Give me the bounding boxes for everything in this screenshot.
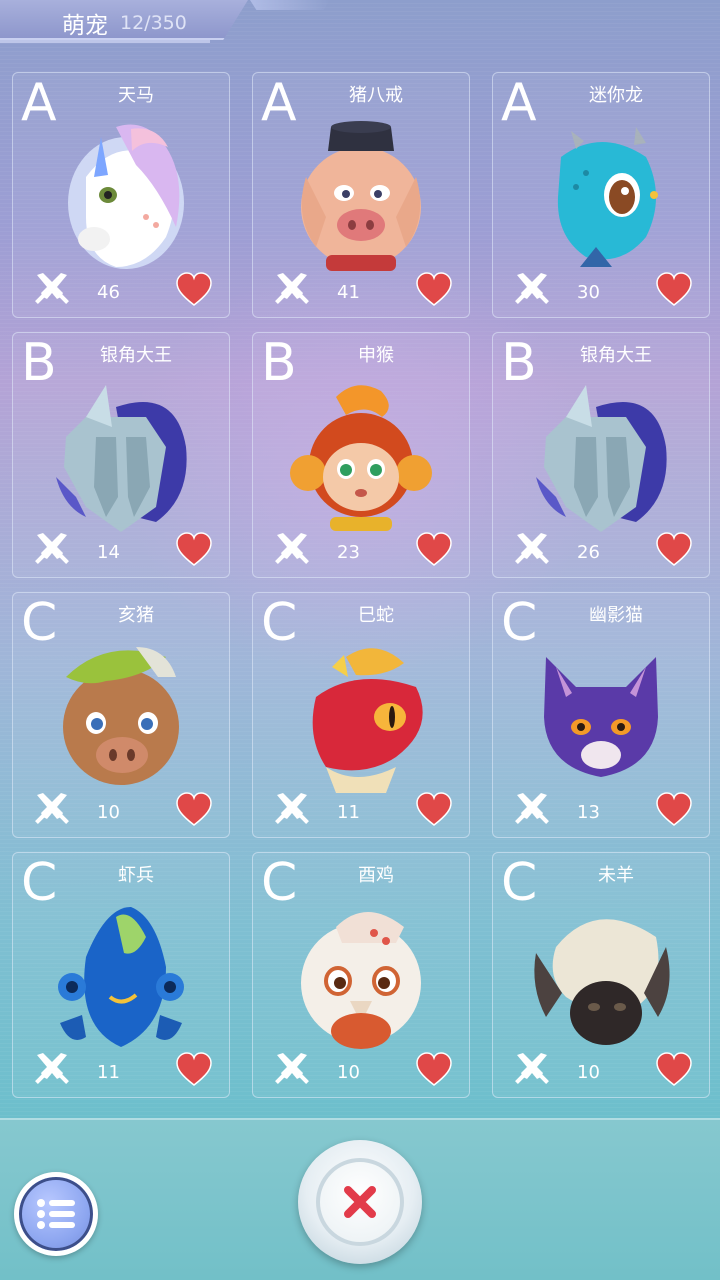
header-decoration	[250, 0, 330, 10]
pet-card[interactable]: C 未羊 10	[492, 852, 710, 1098]
pet-name: 幽影猫	[589, 605, 643, 626]
crossed-swords-icon	[35, 273, 69, 304]
pet-name: 亥猪	[118, 605, 154, 626]
unicorn-portrait	[46, 117, 196, 273]
power-value: 10	[97, 802, 120, 823]
silver-horn-king-portrait	[526, 377, 676, 533]
heart-icon[interactable]	[655, 271, 693, 309]
header: 萌宠 12/350	[0, 0, 330, 44]
heart-icon[interactable]	[175, 271, 213, 309]
heart-icon[interactable]	[655, 531, 693, 569]
rooster-portrait	[286, 897, 436, 1053]
power-value: 41	[337, 282, 360, 303]
pet-name: 银角大王	[100, 345, 172, 366]
power-value: 23	[337, 542, 360, 563]
snake-portrait	[286, 637, 436, 793]
shrimp-soldier-portrait	[46, 897, 196, 1053]
menu-button[interactable]	[14, 1172, 98, 1256]
pet-card[interactable]: C 幽影猫 13	[492, 592, 710, 838]
pet-name: 银角大王	[580, 345, 652, 366]
power-value: 10	[577, 1062, 600, 1083]
list-icon	[37, 1199, 75, 1229]
crossed-swords-icon	[515, 793, 549, 824]
pet-name: 酉鸡	[358, 865, 394, 886]
pet-card[interactable]: A 猪八戒 41	[252, 72, 470, 318]
heart-icon[interactable]	[655, 1051, 693, 1089]
pet-name: 迷你龙	[589, 85, 643, 106]
pet-card[interactable]: C 虾兵 11	[12, 852, 230, 1098]
power-value: 46	[97, 282, 120, 303]
crossed-swords-icon	[35, 533, 69, 564]
pet-name: 猪八戒	[349, 85, 403, 106]
power-value: 30	[577, 282, 600, 303]
pet-name: 虾兵	[118, 865, 154, 886]
heart-icon[interactable]	[655, 791, 693, 829]
crossed-swords-icon	[275, 1053, 309, 1084]
pet-card[interactable]: A 天马 46	[12, 72, 230, 318]
sheep-portrait	[526, 897, 676, 1053]
close-button[interactable]	[298, 1140, 422, 1264]
heart-icon[interactable]	[415, 531, 453, 569]
power-value: 11	[337, 802, 360, 823]
close-icon	[344, 1186, 376, 1218]
pet-card[interactable]: B 银角大王 14	[12, 332, 230, 578]
crossed-swords-icon	[515, 273, 549, 304]
pet-name: 申猴	[358, 345, 394, 366]
pet-card[interactable]: C 巳蛇 11	[252, 592, 470, 838]
mini-dragon-portrait	[526, 117, 676, 273]
crossed-swords-icon	[275, 273, 309, 304]
pet-name: 未羊	[598, 865, 634, 886]
pet-card[interactable]: C 亥猪 10	[12, 592, 230, 838]
crossed-swords-icon	[275, 533, 309, 564]
pet-card[interactable]: A 迷你龙 30	[492, 72, 710, 318]
pet-name: 天马	[118, 85, 154, 106]
silver-horn-king-portrait	[46, 377, 196, 533]
power-value: 26	[577, 542, 600, 563]
power-value: 10	[337, 1062, 360, 1083]
monkey-portrait	[286, 377, 436, 533]
pig-portrait	[46, 637, 196, 793]
crossed-swords-icon	[275, 793, 309, 824]
heart-icon[interactable]	[175, 1051, 213, 1089]
power-value: 13	[577, 802, 600, 823]
pet-count: 12/350	[120, 12, 187, 34]
crossed-swords-icon	[35, 793, 69, 824]
header-underline	[0, 40, 210, 43]
close-button-inner	[316, 1158, 404, 1246]
power-value: 11	[97, 1062, 120, 1083]
crossed-swords-icon	[515, 533, 549, 564]
pig-monk-portrait	[286, 117, 436, 273]
crossed-swords-icon	[35, 1053, 69, 1084]
shadow-cat-portrait	[526, 637, 676, 793]
heart-icon[interactable]	[415, 271, 453, 309]
heart-icon[interactable]	[415, 1051, 453, 1089]
heart-icon[interactable]	[175, 791, 213, 829]
pet-card[interactable]: B 申猴 23	[252, 332, 470, 578]
pet-name: 巳蛇	[358, 605, 394, 626]
pet-card[interactable]: C 酉鸡 10	[252, 852, 470, 1098]
heart-icon[interactable]	[175, 531, 213, 569]
power-value: 14	[97, 542, 120, 563]
heart-icon[interactable]	[415, 791, 453, 829]
pet-card[interactable]: B 银角大王 26	[492, 332, 710, 578]
crossed-swords-icon	[515, 1053, 549, 1084]
page-title: 萌宠	[62, 13, 108, 39]
pet-grid: A 天马 46 A 猪八戒 41 A 迷你龙 30 B 银角大王 14 B 申猴…	[12, 72, 710, 1098]
